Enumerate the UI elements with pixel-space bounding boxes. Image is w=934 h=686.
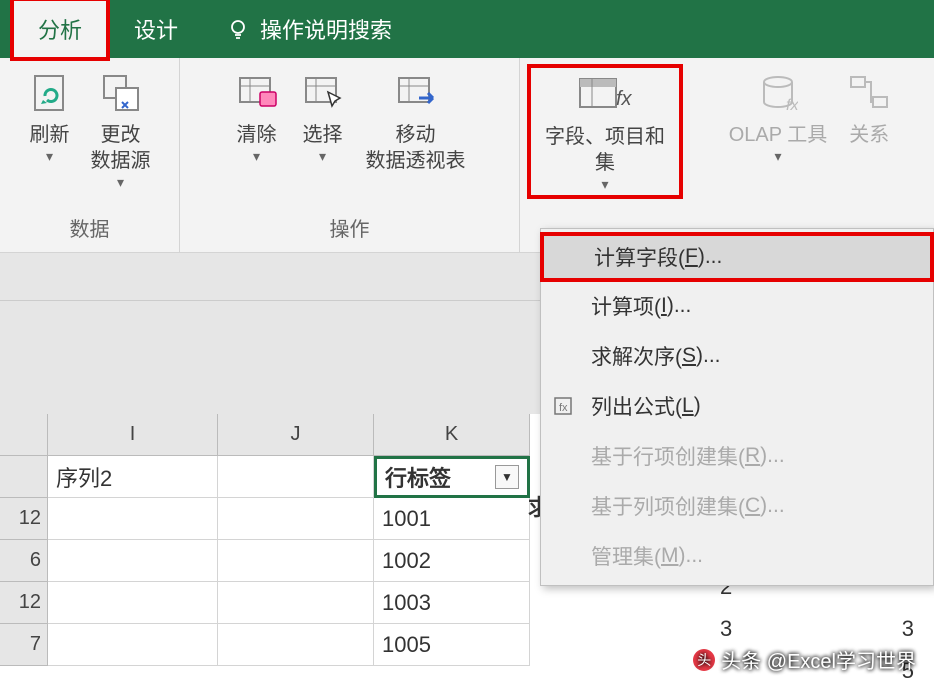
relations-label: 关系 <box>849 122 889 148</box>
cell[interactable]: 3 <box>720 616 732 642</box>
change-data-source-button[interactable]: 更改 数据源 ▾ <box>81 64 161 195</box>
tell-me-search[interactable]: 操作说明搜索 <box>260 13 392 45</box>
cell[interactable] <box>218 582 374 624</box>
refresh-icon <box>29 68 71 118</box>
group-label-data: 数据 <box>70 209 110 248</box>
menu-create-row-set: 基于行项创建集(R)... <box>541 431 933 481</box>
cell[interactable] <box>218 540 374 582</box>
data-source-icon <box>100 68 142 118</box>
select-button[interactable]: 选择 ▾ <box>290 64 356 169</box>
clear-icon <box>234 68 280 118</box>
row-labels-text: 行标签 <box>385 461 451 493</box>
chevron-down-icon: ▾ <box>253 148 260 165</box>
col-header-k[interactable]: K <box>374 414 530 456</box>
watermark: 头 头条 @Excel学习世界 <box>693 645 916 674</box>
relations-icon <box>847 68 891 118</box>
ribbon: 刷新 ▾ 更改 数据源 ▾ 数据 清除 ▾ <box>0 58 934 253</box>
cell[interactable]: 3 <box>902 616 914 642</box>
fields-icon: fx <box>576 70 634 120</box>
filter-dropdown-icon[interactable]: ▼ <box>495 465 519 489</box>
chevron-down-icon: ▾ <box>46 148 53 165</box>
select-label: 选择 <box>303 122 343 148</box>
cell[interactable]: 1001 <box>374 498 530 540</box>
cell[interactable] <box>48 624 218 666</box>
cell[interactable]: 1003 <box>374 582 530 624</box>
cell[interactable] <box>48 498 218 540</box>
row-header[interactable] <box>0 456 48 498</box>
menu-list-formulas[interactable]: fx 列出公式(L) <box>541 381 933 431</box>
change-source-label: 更改 数据源 <box>91 122 151 174</box>
tab-design[interactable]: 设计 <box>110 1 202 57</box>
chevron-down-icon: ▾ <box>117 174 124 191</box>
chevron-down-icon: ▾ <box>319 148 326 165</box>
move-icon <box>393 68 439 118</box>
svg-text:fx: fx <box>559 402 568 414</box>
row-header[interactable]: 7 <box>0 624 48 666</box>
menu-solve-order[interactable]: 求解次序(S)... <box>541 331 933 381</box>
menu-manage-sets: 管理集(M)... <box>541 531 933 581</box>
row-header[interactable]: 12 <box>0 498 48 540</box>
cell[interactable]: 1005 <box>374 624 530 666</box>
move-pivot-button[interactable]: 移动 数据透视表 <box>356 64 476 178</box>
tab-analyze[interactable]: 分析 <box>10 0 110 61</box>
svg-text:fx: fx <box>786 97 798 114</box>
menu-create-col-set: 基于列项创建集(C)... <box>541 481 933 531</box>
fields-items-sets-button[interactable]: fx 字段、项目和 集 ▾ <box>527 64 683 199</box>
select-icon <box>300 68 346 118</box>
cell[interactable] <box>218 498 374 540</box>
refresh-button[interactable]: 刷新 ▾ <box>19 64 81 169</box>
refresh-label: 刷新 <box>30 122 70 148</box>
tab-bar: 分析 设计 操作说明搜索 <box>0 0 934 58</box>
col-header-j[interactable]: J <box>218 414 374 456</box>
move-label: 移动 数据透视表 <box>366 122 466 174</box>
olap-label: OLAP 工具 <box>729 122 828 148</box>
chevron-down-icon: ▾ <box>774 148 781 165</box>
cell[interactable] <box>218 624 374 666</box>
group-label-actions: 操作 <box>330 209 370 248</box>
watermark-icon: 头 <box>693 649 715 671</box>
lightbulb-icon <box>226 17 250 41</box>
chevron-down-icon: ▾ <box>601 176 608 193</box>
menu-calculated-item[interactable]: 计算项(I)... <box>541 281 933 331</box>
pivot-row-labels-cell[interactable]: 行标签 ▼ <box>374 456 530 498</box>
cell[interactable] <box>218 456 374 498</box>
list-formulas-icon: fx <box>553 396 573 416</box>
svg-text:fx: fx <box>616 88 633 110</box>
cell[interactable] <box>48 582 218 624</box>
col-header-i[interactable]: I <box>48 414 218 456</box>
cell[interactable] <box>48 540 218 582</box>
clear-label: 清除 <box>237 122 277 148</box>
fields-dropdown-menu: 计算字段(F)... 计算项(I)... 求解次序(S)... fx 列出公式(… <box>540 228 934 586</box>
database-icon: fx <box>758 68 798 118</box>
menu-calculated-field[interactable]: 计算字段(F)... <box>540 232 934 282</box>
relationships-button: 关系 <box>837 64 901 152</box>
watermark-text: 头条 @Excel学习世界 <box>721 645 916 674</box>
row-header[interactable]: 6 <box>0 540 48 582</box>
cell[interactable]: 1002 <box>374 540 530 582</box>
select-all-corner[interactable] <box>0 414 48 456</box>
row-header[interactable]: 12 <box>0 582 48 624</box>
clear-button[interactable]: 清除 ▾ <box>224 64 290 169</box>
olap-tools-button: fx OLAP 工具 ▾ <box>719 64 838 169</box>
fields-label: 字段、项目和 集 <box>545 124 665 176</box>
cell[interactable]: 序列2 <box>48 456 218 498</box>
